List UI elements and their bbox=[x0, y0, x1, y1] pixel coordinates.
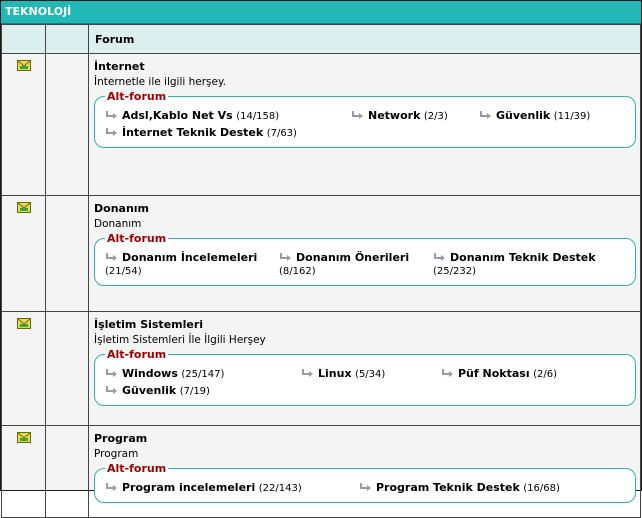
subforum-arrow-icon bbox=[106, 369, 117, 377]
forum-column-header: Forum bbox=[95, 33, 135, 46]
subforum-link[interactable]: Program incelemeleri bbox=[122, 481, 255, 494]
subforum-legend: Alt-forum bbox=[107, 462, 167, 475]
subforum-link[interactable]: Püf Noktası bbox=[458, 367, 530, 380]
subforum-arrow-icon bbox=[106, 386, 117, 394]
forum-row: İnternet İnternetle ile ilgili herşey. A… bbox=[1, 53, 641, 196]
envelope-icon bbox=[16, 432, 31, 443]
envelope-icon bbox=[16, 60, 31, 71]
forum-category: TEKNOLOJİ Forum İnternet İnternetle ile … bbox=[0, 0, 642, 518]
subforum-count: (8/162) bbox=[279, 266, 316, 277]
subforum-link[interactable]: Donanım Önerileri bbox=[296, 251, 409, 264]
subforum-item[interactable]: Güvenlik (7/19) bbox=[105, 382, 405, 399]
forum-icon-cell bbox=[1, 311, 46, 426]
subforum-link[interactable]: Donanım İncelemeleri bbox=[122, 251, 257, 264]
subforum-count: (7/19) bbox=[179, 386, 210, 397]
forum-description: Donanım bbox=[94, 218, 142, 230]
subforum-item[interactable]: Windows (25/147) bbox=[105, 365, 301, 382]
subforum-arrow-icon bbox=[106, 128, 117, 136]
forum-name[interactable]: İşletim Sistemleri bbox=[94, 318, 636, 331]
subforum-item[interactable]: Püf Noktası (2/6) bbox=[441, 365, 619, 382]
forum-icon-cell bbox=[1, 53, 46, 196]
subforum-count: (25/232) bbox=[433, 266, 476, 277]
table-header-row: Forum bbox=[1, 24, 641, 54]
forum-name[interactable]: İnternet bbox=[94, 60, 636, 73]
subforum-arrow-icon bbox=[442, 369, 453, 377]
subforum-arrow-icon bbox=[434, 253, 445, 261]
subforum-item[interactable]: Program incelemeleri (22/143) bbox=[105, 479, 359, 496]
subforum-legend: Alt-forum bbox=[107, 348, 167, 361]
subforum-count: (22/143) bbox=[258, 483, 302, 494]
subforum-box: Alt-forum Program incelemeleri (22/143) … bbox=[94, 462, 636, 503]
subforum-box: Alt-forum Windows (25/147) Linux (5/34) … bbox=[94, 348, 636, 406]
subforum-link[interactable]: İnternet Teknik Destek bbox=[122, 126, 263, 139]
subforum-arrow-icon bbox=[480, 111, 491, 119]
subforum-count: (14/158) bbox=[236, 111, 280, 122]
subforum-item[interactable]: Adsl,Kablo Net Vs (14/158) bbox=[105, 107, 351, 124]
subforum-count: (25/147) bbox=[181, 369, 225, 380]
subforum-item[interactable]: Network (2/3) bbox=[351, 107, 479, 124]
forum-table: Forum İnternet İnternetle ile ilgili her… bbox=[1, 24, 641, 518]
subforum-box: Alt-forum Donanım İncelemeleri (21/54) Do… bbox=[94, 232, 636, 286]
subforum-legend: Alt-forum bbox=[107, 90, 167, 103]
subforum-arrow-icon bbox=[352, 111, 363, 119]
subforum-arrow-icon bbox=[280, 253, 291, 261]
subforum-item[interactable]: İnternet Teknik Destek (7/63) bbox=[105, 124, 405, 141]
category-title[interactable]: TEKNOLOJİ bbox=[1, 1, 641, 24]
subforum-item[interactable]: Donanım Teknik Destek (25/232) bbox=[433, 249, 619, 279]
forum-description: İnternetle ile ilgili herşey. bbox=[94, 76, 227, 88]
forum-row: Program Program Alt-forum Program incele… bbox=[1, 425, 641, 518]
subforum-link[interactable]: Adsl,Kablo Net Vs bbox=[122, 109, 233, 122]
forum-blank-cell bbox=[45, 311, 89, 426]
subforum-arrow-icon bbox=[302, 369, 313, 377]
forum-info-cell: Donanım Donanım Alt-forum Donanım İncele… bbox=[88, 195, 641, 312]
subforum-link[interactable]: Program Teknik Destek bbox=[376, 481, 520, 494]
subforum-item[interactable]: Donanım İncelemeleri (21/54) bbox=[105, 249, 279, 279]
subforum-item[interactable]: Linux (5/34) bbox=[301, 365, 441, 382]
subforum-box: Alt-forum Adsl,Kablo Net Vs (14/158) Net… bbox=[94, 90, 636, 148]
forum-icon-cell bbox=[1, 425, 46, 518]
forum-description: İşletim Sistemleri İle İlgili Herşey bbox=[94, 334, 266, 346]
subforum-arrow-icon bbox=[106, 253, 117, 261]
forum-row: İşletim Sistemleri İşletim Sistemleri İl… bbox=[1, 311, 641, 426]
subforum-count: (21/54) bbox=[105, 266, 142, 277]
subforum-legend: Alt-forum bbox=[107, 232, 167, 245]
subforum-count: (5/34) bbox=[355, 369, 386, 380]
forum-info-cell: Program Program Alt-forum Program incele… bbox=[88, 425, 641, 518]
forum-icon-cell bbox=[1, 195, 46, 312]
envelope-icon bbox=[16, 202, 31, 213]
subforum-item[interactable]: Güvenlik (11/39) bbox=[479, 107, 619, 124]
header-forum-col: Forum bbox=[88, 24, 641, 54]
forum-blank-cell bbox=[45, 425, 89, 518]
subforum-count: (7/63) bbox=[266, 128, 297, 139]
subforum-item[interactable]: Program Teknik Destek (16/68) bbox=[359, 479, 619, 496]
envelope-icon bbox=[16, 318, 31, 329]
forum-blank-cell bbox=[45, 195, 89, 312]
subforum-item[interactable]: Donanım Önerileri (8/162) bbox=[279, 249, 433, 279]
subforum-count: (11/39) bbox=[553, 111, 591, 122]
subforum-link[interactable]: Donanım Teknik Destek bbox=[450, 251, 596, 264]
subforum-grid: Program incelemeleri (22/143) Program Te… bbox=[105, 479, 625, 496]
forum-row: Donanım Donanım Alt-forum Donanım İncele… bbox=[1, 195, 641, 312]
forum-name[interactable]: Program bbox=[94, 432, 636, 445]
forum-info-cell: İnternet İnternetle ile ilgili herşey. A… bbox=[88, 53, 641, 196]
subforum-grid: Donanım İncelemeleri (21/54) Donanım Öner… bbox=[105, 249, 625, 279]
subforum-link[interactable]: Network bbox=[368, 109, 420, 122]
subforum-grid: Adsl,Kablo Net Vs (14/158) Network (2/3)… bbox=[105, 107, 625, 141]
subforum-arrow-icon bbox=[106, 111, 117, 119]
subforum-grid: Windows (25/147) Linux (5/34) Püf Noktas… bbox=[105, 365, 625, 399]
subforum-link[interactable]: Güvenlik bbox=[496, 109, 550, 122]
subforum-count: (2/6) bbox=[533, 369, 557, 380]
header-icon-col bbox=[1, 24, 46, 54]
subforum-count: (2/3) bbox=[423, 111, 448, 122]
forum-description: Program bbox=[94, 448, 139, 460]
forum-info-cell: İşletim Sistemleri İşletim Sistemleri İl… bbox=[88, 311, 641, 426]
subforum-link[interactable]: Güvenlik bbox=[122, 384, 176, 397]
forum-name[interactable]: Donanım bbox=[94, 202, 636, 215]
subforum-link[interactable]: Linux bbox=[318, 367, 352, 380]
header-blank-col bbox=[45, 24, 89, 54]
subforum-link[interactable]: Windows bbox=[122, 367, 178, 380]
subforum-count: (16/68) bbox=[523, 483, 560, 494]
forum-blank-cell bbox=[45, 53, 89, 196]
